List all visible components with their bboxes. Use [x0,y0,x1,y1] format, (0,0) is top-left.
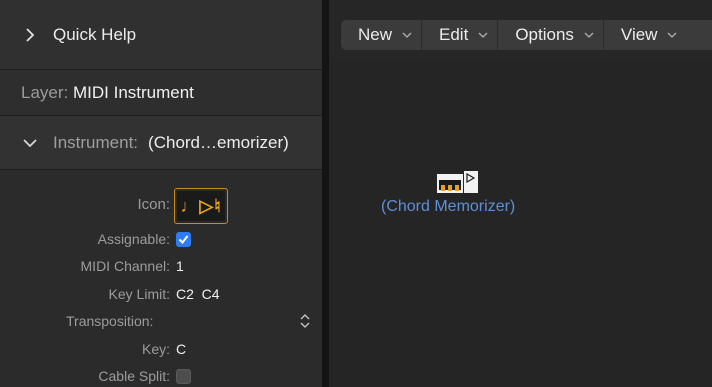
menu-bar: New Edit Options View [341,20,712,50]
environment-window: New Edit Options View (Chord Memorizer) [329,0,712,387]
checkmark-icon [178,235,189,245]
instrument-icon: ♩▷♮ [177,191,225,221]
param-transposition: Transposition: [0,309,322,333]
object-name-label[interactable]: (Chord Memorizer) [381,198,515,216]
inspector-panel: Quick Help Layer: MIDI Instrument Instru… [0,0,322,387]
layer-info: Layer: MIDI Instrument [21,83,194,103]
panel-divider[interactable] [322,0,329,387]
transposition-label: Transposition: [66,313,154,329]
instrument-parameters: Icon: ♩▷♮ Assignable: MIDI Channel: 1 Ke… [0,170,322,387]
object-display-icon [441,185,459,191]
up-down-stepper-icon[interactable] [298,312,312,330]
toolbar: New Edit Options View [329,0,712,61]
chevron-down-icon [402,32,412,38]
param-key: Key: C [0,337,322,361]
chevron-down-icon [584,32,594,38]
chevron-down-icon [478,32,488,38]
cable-split-label: Cable Split: [98,368,170,384]
menu-view-label: View [620,25,658,44]
icon-label: Icon: [137,196,170,213]
menu-new-label: New [358,25,393,44]
key-value[interactable]: C [176,341,186,357]
quick-help-label: Quick Help [53,24,137,44]
instrument-header[interactable]: Instrument: (Chord…emorizer) [0,116,322,170]
key-limit-value[interactable]: C2 C4 [176,286,220,302]
midi-channel-value[interactable]: 1 [176,258,184,274]
assignable-label: Assignable: [97,231,170,247]
menu-options[interactable]: Options [498,20,604,50]
param-icon: Icon: ♩▷♮ [0,180,322,224]
chevron-right-icon [26,27,35,42]
object-screen [439,180,461,191]
menu-view[interactable]: View [604,20,687,50]
chord-memorizer-object[interactable] [437,171,478,193]
object-body [437,174,463,193]
param-assignable: Assignable: [0,227,322,251]
menu-new[interactable]: New [341,20,423,50]
assignable-checkbox[interactable] [176,232,191,247]
instrument-key: Instrument: [53,132,139,152]
instrument-name: (Chord…emorizer) [148,132,289,152]
menu-edit[interactable]: Edit [422,20,499,50]
quick-help-header[interactable]: Quick Help [0,0,322,70]
param-cable-split: Cable Split: [0,364,322,387]
layer-key: Layer: [21,82,69,102]
chevron-down-icon [667,32,677,38]
midi-channel-label: MIDI Channel: [80,258,170,274]
environment-canvas[interactable]: (Chord Memorizer) [329,61,712,387]
cable-split-checkbox[interactable] [176,369,191,384]
param-key-limit: Key Limit: C2 C4 [0,282,322,306]
layer-row: Layer: MIDI Instrument [0,70,322,116]
key-label: Key: [141,341,170,357]
layer-value: MIDI Instrument [72,82,194,102]
output-triangle-icon[interactable] [464,171,478,193]
key-limit-label: Key Limit: [108,286,170,302]
param-midi-channel: MIDI Channel: 1 [0,254,322,278]
instrument-icon-button[interactable]: ♩▷♮ [174,188,228,224]
chevron-down-icon [23,138,37,147]
menu-options-label: Options [515,25,574,44]
menu-edit-label: Edit [439,25,469,44]
